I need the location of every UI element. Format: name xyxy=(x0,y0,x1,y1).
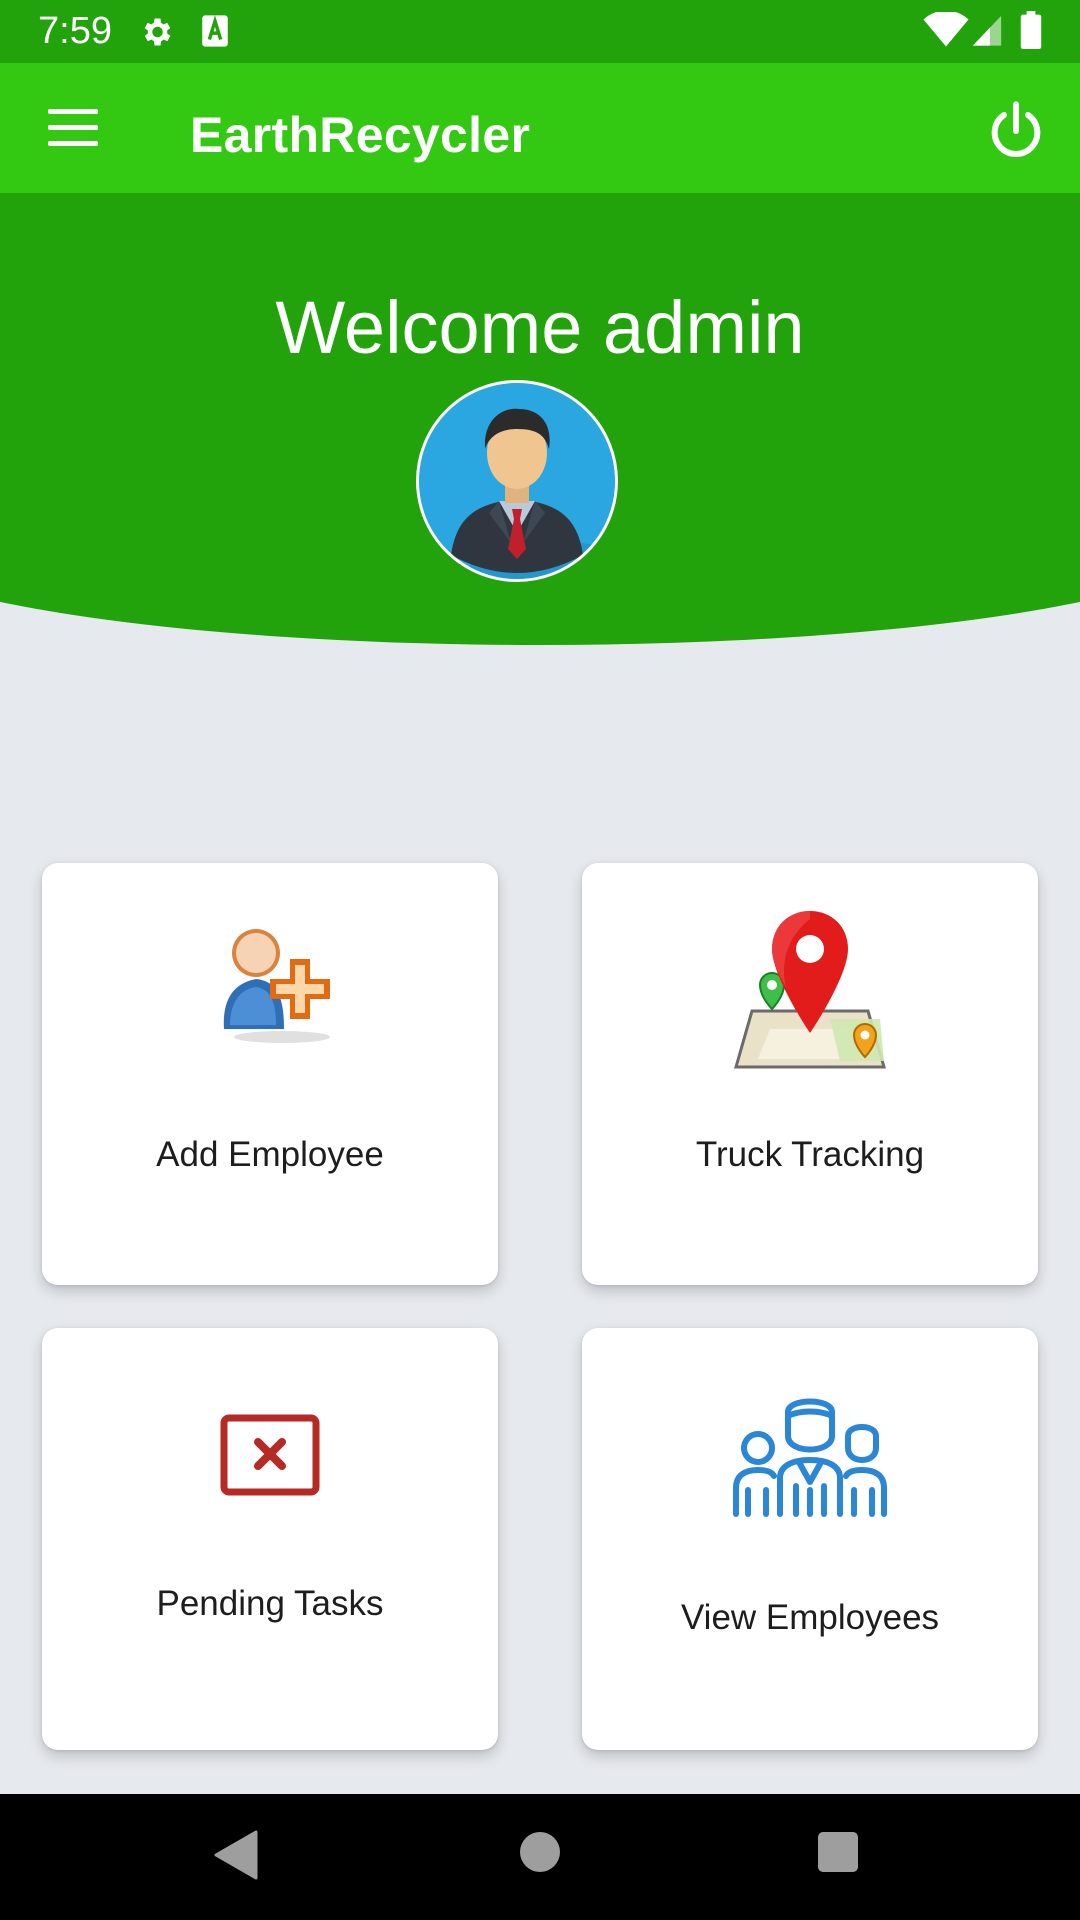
truck-tracking-label: Truck Tracking xyxy=(695,1135,925,1174)
pending-tasks-card[interactable]: Pending Tasks xyxy=(42,1328,498,1750)
navigation-bar xyxy=(0,1794,1080,1920)
hamburger-menu-icon xyxy=(48,109,98,114)
truck-tracking-card[interactable]: Truck Tracking xyxy=(582,863,1038,1285)
a-box-icon xyxy=(202,15,228,47)
status-bar: 7:59 xyxy=(0,0,1080,63)
signal-icon xyxy=(972,15,1002,46)
battery-icon xyxy=(1020,11,1042,49)
pending-tasks-label: Pending Tasks xyxy=(156,1584,384,1623)
avatar xyxy=(416,380,618,582)
cross-box-icon xyxy=(220,1414,320,1496)
map-pin-icon xyxy=(734,911,886,1069)
gear-icon xyxy=(144,18,171,46)
add-user-icon xyxy=(223,929,330,1043)
app-title: EarthRecycler xyxy=(190,107,531,163)
welcome-text: Welcome admin xyxy=(275,286,805,369)
app-bar: EarthRecycler xyxy=(0,63,1080,193)
home-screen: 7:59 EarthRecycler Welcome admin Add Emp… xyxy=(0,0,1080,1920)
status-time: 7:59 xyxy=(38,10,112,52)
home-icon[interactable] xyxy=(520,1832,560,1872)
businessman-avatar-icon xyxy=(419,383,615,579)
back-icon[interactable] xyxy=(214,1830,258,1880)
add-employee-card[interactable]: Add Employee xyxy=(42,863,498,1285)
view-employees-label: View Employees xyxy=(680,1598,940,1637)
menu-button[interactable] xyxy=(38,101,108,157)
team-icon xyxy=(733,1398,887,1517)
recents-icon[interactable] xyxy=(818,1832,858,1872)
power-icon[interactable] xyxy=(984,99,1048,163)
view-employees-card[interactable]: View Employees xyxy=(582,1328,1038,1750)
add-employee-label: Add Employee xyxy=(156,1135,384,1174)
wifi-icon xyxy=(923,12,969,47)
